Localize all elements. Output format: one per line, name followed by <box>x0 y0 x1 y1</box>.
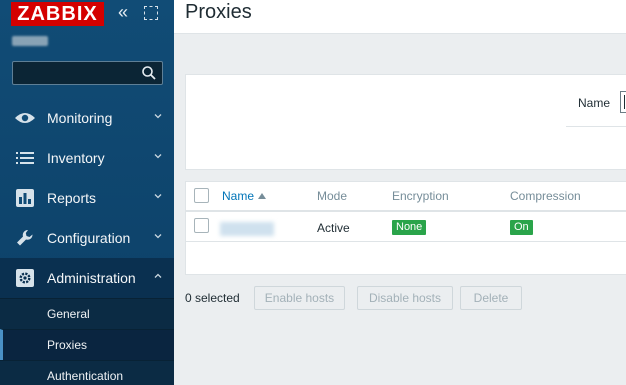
zabbix-logo[interactable]: ZABBIX <box>11 2 104 26</box>
proxy-name-redacted-link[interactable] <box>220 222 274 236</box>
search-icon[interactable] <box>141 65 157 81</box>
sort-ascending-icon <box>258 193 267 199</box>
encryption-badge: None <box>392 220 427 235</box>
row-checkbox[interactable] <box>194 218 209 233</box>
gear-icon <box>14 267 36 289</box>
proxy-mode: Active <box>317 221 350 235</box>
filter-panel: Name <box>185 74 626 170</box>
collapse-sidebar-icon[interactable]: « <box>118 3 134 22</box>
filter-name-label: Name <box>578 96 611 110</box>
page-title: Proxies <box>185 1 252 23</box>
page-header: Proxies <box>174 0 626 34</box>
eye-icon <box>14 107 36 129</box>
text-cursor <box>624 95 625 109</box>
chevron-down-icon <box>154 194 162 199</box>
bar-chart-icon <box>14 187 36 209</box>
delete-button[interactable]: Delete <box>460 286 522 310</box>
menu-label: Configuration <box>47 230 131 246</box>
menu-item-configuration[interactable]: Configuration <box>0 218 174 258</box>
chevron-down-icon <box>154 114 162 119</box>
submenu-item-general[interactable]: General <box>0 298 174 329</box>
chevron-down-icon <box>154 154 162 159</box>
menu-item-reports[interactable]: Reports <box>0 178 174 218</box>
menu-label: Inventory <box>47 150 105 166</box>
main-menu: Monitoring Inventory Reports Configurati… <box>0 98 174 385</box>
column-header-name[interactable]: Name <box>222 189 267 203</box>
sidebar-header: ZABBIX « <box>0 0 174 30</box>
menu-item-monitoring[interactable]: Monitoring <box>0 98 174 138</box>
submenu-item-proxies[interactable]: Proxies <box>0 329 174 360</box>
selected-count: 0 selected <box>185 291 240 305</box>
main-content: Proxies Name Name Mode Encryption Compre… <box>174 0 626 385</box>
column-header-encryption: Encryption <box>392 189 449 203</box>
column-header-label: Name <box>222 189 255 203</box>
filter-name-input[interactable] <box>620 91 626 113</box>
chevron-up-icon <box>154 273 162 278</box>
table-row: Active None On <box>186 214 626 242</box>
kiosk-mode-icon[interactable] <box>144 6 158 20</box>
menu-item-inventory[interactable]: Inventory <box>0 138 174 178</box>
menu-label: Reports <box>47 190 97 206</box>
administration-submenu: General Proxies Authentication <box>0 298 174 385</box>
proxies-table: Name Mode Encryption Compression Active … <box>185 181 626 275</box>
filter-divider <box>566 126 626 127</box>
column-header-compression: Compression <box>510 189 581 203</box>
menu-label: Administration <box>47 270 136 286</box>
table-header: Name Mode Encryption Compression <box>186 182 626 212</box>
submenu-item-authentication[interactable]: Authentication <box>0 360 174 385</box>
search-input[interactable] <box>12 61 163 85</box>
mass-action-bar: 0 selected Enable hosts Disable hosts De… <box>185 286 626 310</box>
user-name-redacted <box>12 36 48 46</box>
column-header-mode: Mode <box>317 189 348 203</box>
enable-hosts-button[interactable]: Enable hosts <box>254 286 345 310</box>
list-icon <box>14 147 36 169</box>
menu-label: Monitoring <box>47 110 113 126</box>
select-all-checkbox[interactable] <box>194 188 209 203</box>
chevron-down-icon <box>154 234 162 239</box>
wrench-icon <box>14 227 36 249</box>
sidebar: ZABBIX « Monitoring Inventory Reports Co… <box>0 0 174 385</box>
menu-item-administration[interactable]: Administration <box>0 258 174 298</box>
disable-hosts-button[interactable]: Disable hosts <box>357 286 453 310</box>
compression-badge: On <box>510 220 533 235</box>
